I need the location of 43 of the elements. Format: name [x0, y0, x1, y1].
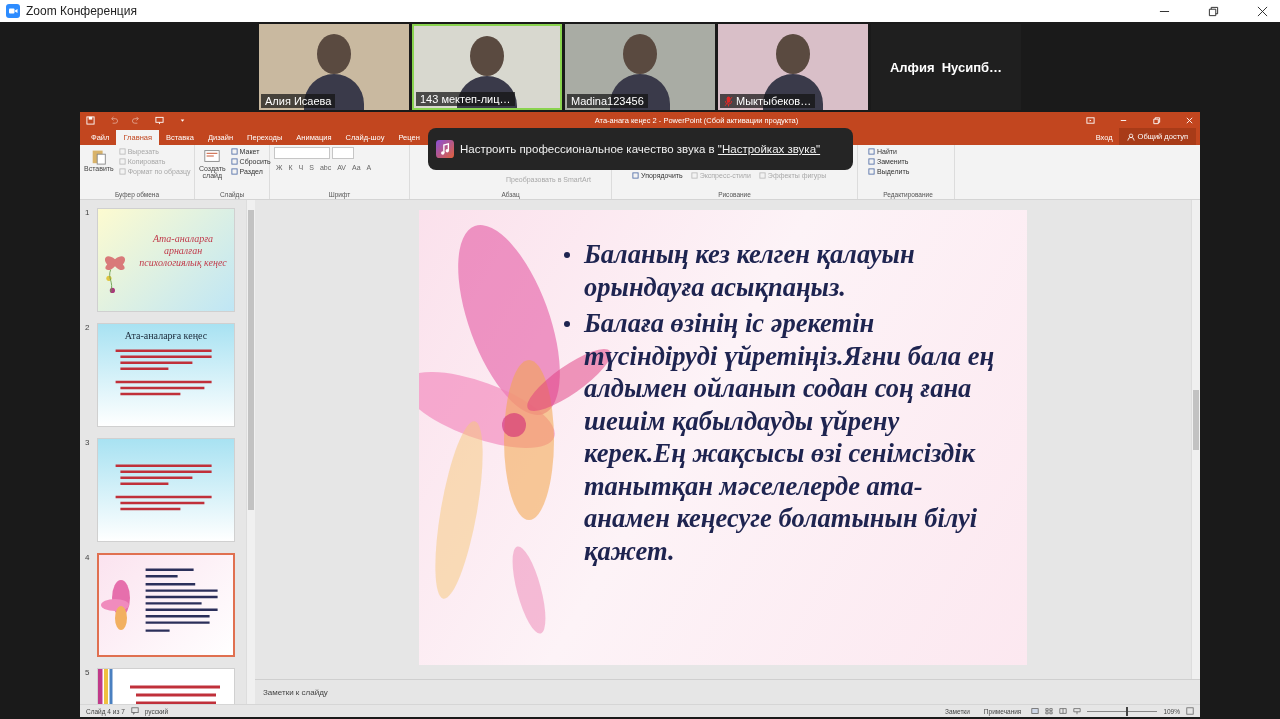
thumbnail-title: Ата-аналарға арналған психологиялық кеңес	[138, 233, 228, 269]
window-title: Zoom Конференция	[26, 4, 137, 18]
slide-thumbnail[interactable]: Ата-аналарға арналған психологиялық кеңес	[97, 208, 235, 312]
fit-to-window-icon[interactable]	[1186, 707, 1194, 715]
ribbon-display-icon[interactable]	[1086, 115, 1095, 125]
camera-icon	[6, 4, 20, 18]
close-icon[interactable]	[1257, 5, 1268, 17]
redo-icon[interactable]	[132, 115, 141, 125]
scrollbar[interactable]	[1191, 200, 1200, 679]
bullet-icon	[564, 252, 570, 258]
book-icon[interactable]	[1059, 707, 1068, 715]
normal-view-icon[interactable]	[1031, 707, 1040, 715]
save-icon[interactable]	[86, 115, 95, 125]
restore-icon[interactable]	[1208, 5, 1219, 17]
presentation-icon[interactable]	[1073, 707, 1082, 715]
bullet-text: Балаға өзінің іс әрекетін түсіндіруді үйретіңіз.Яғни бала ең алдымен ойланып содан соң ғана шешім қабылдауды үйрену керек.Ең жақсысы өзі сенімсіздік танытқан мәселелерде ата-анамен кеңесуге болатынын білуі қажет.	[584, 307, 996, 567]
participant-name: Мыктыбеков…	[720, 94, 816, 108]
slide-number: 1	[85, 208, 91, 219]
participant-name: Madina123456	[567, 94, 648, 108]
slide-thumbnail[interactable]	[97, 553, 235, 657]
slide-number: 5	[85, 668, 91, 679]
slide-thumbnail[interactable]: Ата-аналарға кеңес	[97, 323, 235, 427]
participant-name: Алия Исаева	[261, 94, 336, 108]
spellcheck-icon[interactable]	[130, 707, 139, 715]
participant-name: 143 мектеп-лиц…	[416, 92, 515, 106]
font-size-field[interactable]	[332, 147, 354, 159]
slide-number: 4	[85, 553, 91, 564]
music-note-icon	[436, 140, 454, 158]
participant-name: Алфия Нусипб…	[889, 59, 1003, 75]
undo-icon[interactable]	[109, 115, 118, 125]
sound-settings-link[interactable]: "Настройках звука"	[717, 143, 821, 155]
scrollbar[interactable]	[246, 200, 255, 704]
bullet-icon	[564, 321, 570, 327]
slide-thumbnail[interactable]	[97, 438, 235, 542]
notification-message: Настроить профессиональное качество звука в "Настройках звука"	[460, 143, 821, 155]
grid-view-icon[interactable]	[1045, 707, 1054, 715]
thumbnail-title: Ата-аналарға кеңес	[123, 330, 209, 341]
font-name-field[interactable]	[274, 147, 330, 159]
slide-number: 3	[85, 438, 91, 449]
user-icon	[1126, 132, 1135, 141]
slide-number: 2	[85, 323, 91, 334]
slideshow-icon[interactable]	[155, 115, 164, 125]
bullet-text: Баланың кез келген қалауын орындауға асықпаңыз.	[584, 238, 916, 303]
